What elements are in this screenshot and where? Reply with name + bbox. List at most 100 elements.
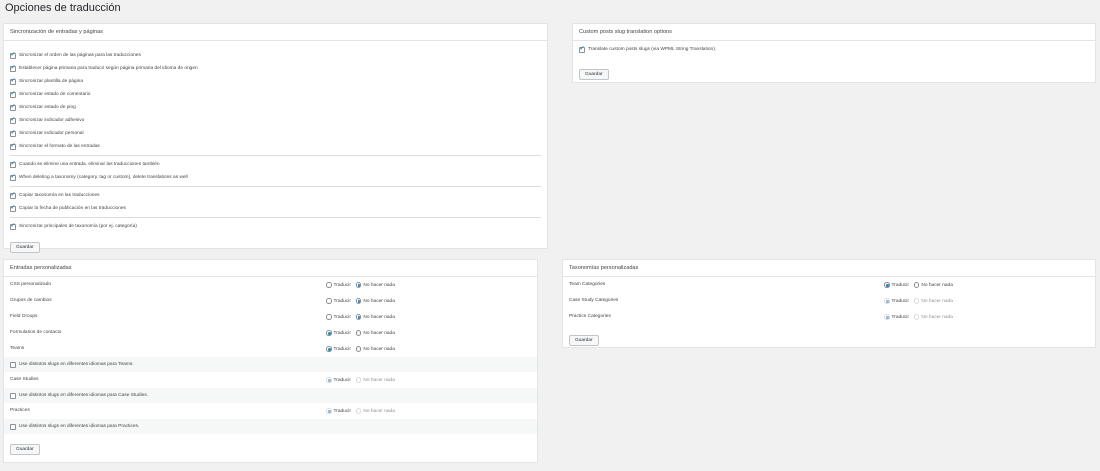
sync-option[interactable]: Sincronizar indicador personal xyxy=(4,127,547,140)
slug-translate-label: Translate custom posts slugs (via WPML S… xyxy=(588,47,717,52)
sync-option[interactable]: Sincronizar principales de taxonomía (po… xyxy=(4,220,547,233)
do-nothing-radio-label: No hacer nada xyxy=(363,282,395,288)
checkbox[interactable] xyxy=(10,64,16,72)
translate-radio[interactable] xyxy=(326,314,332,320)
checkbox[interactable] xyxy=(10,204,16,212)
translate-radio[interactable] xyxy=(326,346,332,352)
translation-mode-options: Traducir No hacer nada xyxy=(326,403,400,419)
translate-radio[interactable] xyxy=(884,282,890,288)
checkbox[interactable] xyxy=(10,423,16,430)
do-nothing-radio-label: No hacer nada xyxy=(363,298,395,304)
sync-save-button[interactable]: Guardar xyxy=(10,242,40,253)
do-nothing-radio-label: No hacer nada xyxy=(363,377,395,383)
checkbox[interactable] xyxy=(10,129,16,137)
checkbox[interactable] xyxy=(10,392,16,399)
do-nothing-radio-label: No hacer nada xyxy=(363,408,395,414)
slug-option[interactable]: Use distintos slugs en diferentes idioma… xyxy=(4,388,537,403)
translate-radio[interactable] xyxy=(326,282,332,288)
cpt-row: Case Studies Traducir No hacer nada xyxy=(4,372,537,388)
sync-group-4: Sincronizar principales de taxonomía (po… xyxy=(4,220,547,233)
sync-option[interactable]: Establecer página primaria para traducir… xyxy=(4,62,547,75)
translate-radio-label: Traducir xyxy=(333,330,351,336)
do-nothing-radio[interactable] xyxy=(355,282,362,288)
sync-option-label: Establecer página primaria para traducir… xyxy=(19,66,198,71)
sync-option[interactable]: Sincronizar indicador adhesivo xyxy=(4,114,547,127)
translate-radio-label: Traducir xyxy=(333,282,351,288)
checkbox[interactable] xyxy=(10,77,16,85)
divider xyxy=(10,186,541,187)
custom-taxonomies-list: Team Categories Traducir No hacer nada Case… xyxy=(563,277,1095,325)
do-nothing-radio-label: No hacer nada xyxy=(363,330,395,336)
custom-posts-title: Entradas personalizadas xyxy=(4,260,537,277)
sync-option[interactable]: When deleting a taxonomy (category, tag … xyxy=(4,171,547,184)
sync-option[interactable]: Sincronizar plantilla de página xyxy=(4,75,547,88)
checkbox[interactable] xyxy=(10,103,16,111)
translate-radio xyxy=(884,298,890,304)
translate-radio-label: Traducir xyxy=(891,314,909,320)
page-title: Opciones de traducción xyxy=(5,2,121,14)
translate-radio xyxy=(326,377,332,383)
cpt-row: Teams Traducir No hacer nada xyxy=(4,341,537,357)
translate-radio[interactable] xyxy=(326,298,332,304)
tax-row-label: Team Categories xyxy=(569,282,606,287)
sync-option[interactable]: Cuando se elimine una entrada, eliminar … xyxy=(4,158,547,171)
slug-save-button[interactable]: Guardar xyxy=(579,69,609,80)
do-nothing-radio[interactable] xyxy=(913,282,920,288)
custom-posts-list: CSS personalizado Traducir No hacer nada Gr… xyxy=(4,277,537,434)
sync-group-1: Sincronizar el orden de las páginas para… xyxy=(4,49,547,153)
slug-translate-checkbox[interactable] xyxy=(579,45,585,53)
cpt-row: CSS personalizado Traducir No hacer nada xyxy=(4,277,537,293)
sync-option-label: Sincronizar indicador adhesivo xyxy=(19,118,85,123)
translate-radio xyxy=(326,408,332,414)
sync-option[interactable]: Sincronizar el formato de las entradas xyxy=(4,140,547,153)
do-nothing-radio[interactable] xyxy=(355,346,362,352)
translation-mode-options: Traducir No hacer nada xyxy=(326,277,400,293)
sync-option[interactable]: Copiar taxonomía en las traducciones xyxy=(4,189,547,202)
translate-radio-label: Traducir xyxy=(333,298,351,304)
translation-mode-options: Traducir No hacer nada xyxy=(884,309,958,325)
slug-option[interactable]: Use distintos slugs en diferentes idioma… xyxy=(4,419,537,434)
do-nothing-radio[interactable] xyxy=(355,298,362,304)
sync-option[interactable]: Sincronizar el orden de las páginas para… xyxy=(4,49,547,62)
cpt-row-label: Practices xyxy=(10,408,30,413)
sync-option-label: Copiar taxonomía en las traducciones xyxy=(19,193,100,198)
sync-option-label: Cuando se elimine una entrada, eliminar … xyxy=(19,162,160,167)
sync-option[interactable]: Copiar la fecha de publicación en las tr… xyxy=(4,202,547,215)
checkbox[interactable] xyxy=(10,90,16,98)
cpt-row: Practices Traducir No hacer nada xyxy=(4,403,537,419)
custom-posts-save-button[interactable]: Guardar xyxy=(10,444,40,455)
translate-radio[interactable] xyxy=(326,330,332,336)
translation-mode-options: Traducir No hacer nada xyxy=(326,372,400,388)
do-nothing-radio[interactable] xyxy=(355,330,362,336)
slug-options-box: Custom posts slug translation options Tr… xyxy=(572,23,1096,83)
do-nothing-radio xyxy=(913,298,920,304)
checkbox[interactable] xyxy=(10,160,16,168)
checkbox[interactable] xyxy=(10,116,16,124)
slug-options-title: Custom posts slug translation options xyxy=(573,24,1095,41)
tax-row: Practice Categories Traducir No hacer nada xyxy=(563,309,1095,325)
checkbox[interactable] xyxy=(10,142,16,150)
do-nothing-radio xyxy=(913,314,920,320)
custom-taxonomies-box: Taxonomías personalizadas Team Categorie… xyxy=(562,259,1096,348)
sync-option-label: When deleting a taxonomy (category, tag … xyxy=(19,175,188,180)
translate-radio-label: Traducir xyxy=(333,314,351,320)
cpt-row-label: Teams xyxy=(10,346,25,351)
do-nothing-radio-label: No hacer nada xyxy=(921,298,953,304)
checkbox[interactable] xyxy=(10,191,16,199)
do-nothing-radio[interactable] xyxy=(355,314,362,320)
sync-option[interactable]: Sincronizar estado de comentario xyxy=(4,88,547,101)
checkbox[interactable] xyxy=(10,51,16,59)
slug-translate-option[interactable]: Translate custom posts slugs (via WPML S… xyxy=(573,43,1095,56)
checkbox[interactable] xyxy=(10,222,16,230)
sync-group-3: Copiar taxonomía en las traducciones Copi… xyxy=(4,189,547,215)
custom-taxonomies-save-button[interactable]: Guardar xyxy=(569,335,599,346)
translation-mode-options: Traducir No hacer nada xyxy=(326,325,400,341)
sync-option-label: Sincronizar estado de comentario xyxy=(19,92,91,97)
sync-option[interactable]: Sincronizar estado de ping xyxy=(4,101,547,114)
checkbox[interactable] xyxy=(10,361,16,368)
translate-radio-label: Traducir xyxy=(333,408,351,414)
checkbox[interactable] xyxy=(10,173,16,181)
translation-mode-options: Traducir No hacer nada xyxy=(884,293,958,309)
slug-option[interactable]: Use distintos slugs en diferentes idioma… xyxy=(4,357,537,372)
translate-radio-label: Traducir xyxy=(891,298,909,304)
